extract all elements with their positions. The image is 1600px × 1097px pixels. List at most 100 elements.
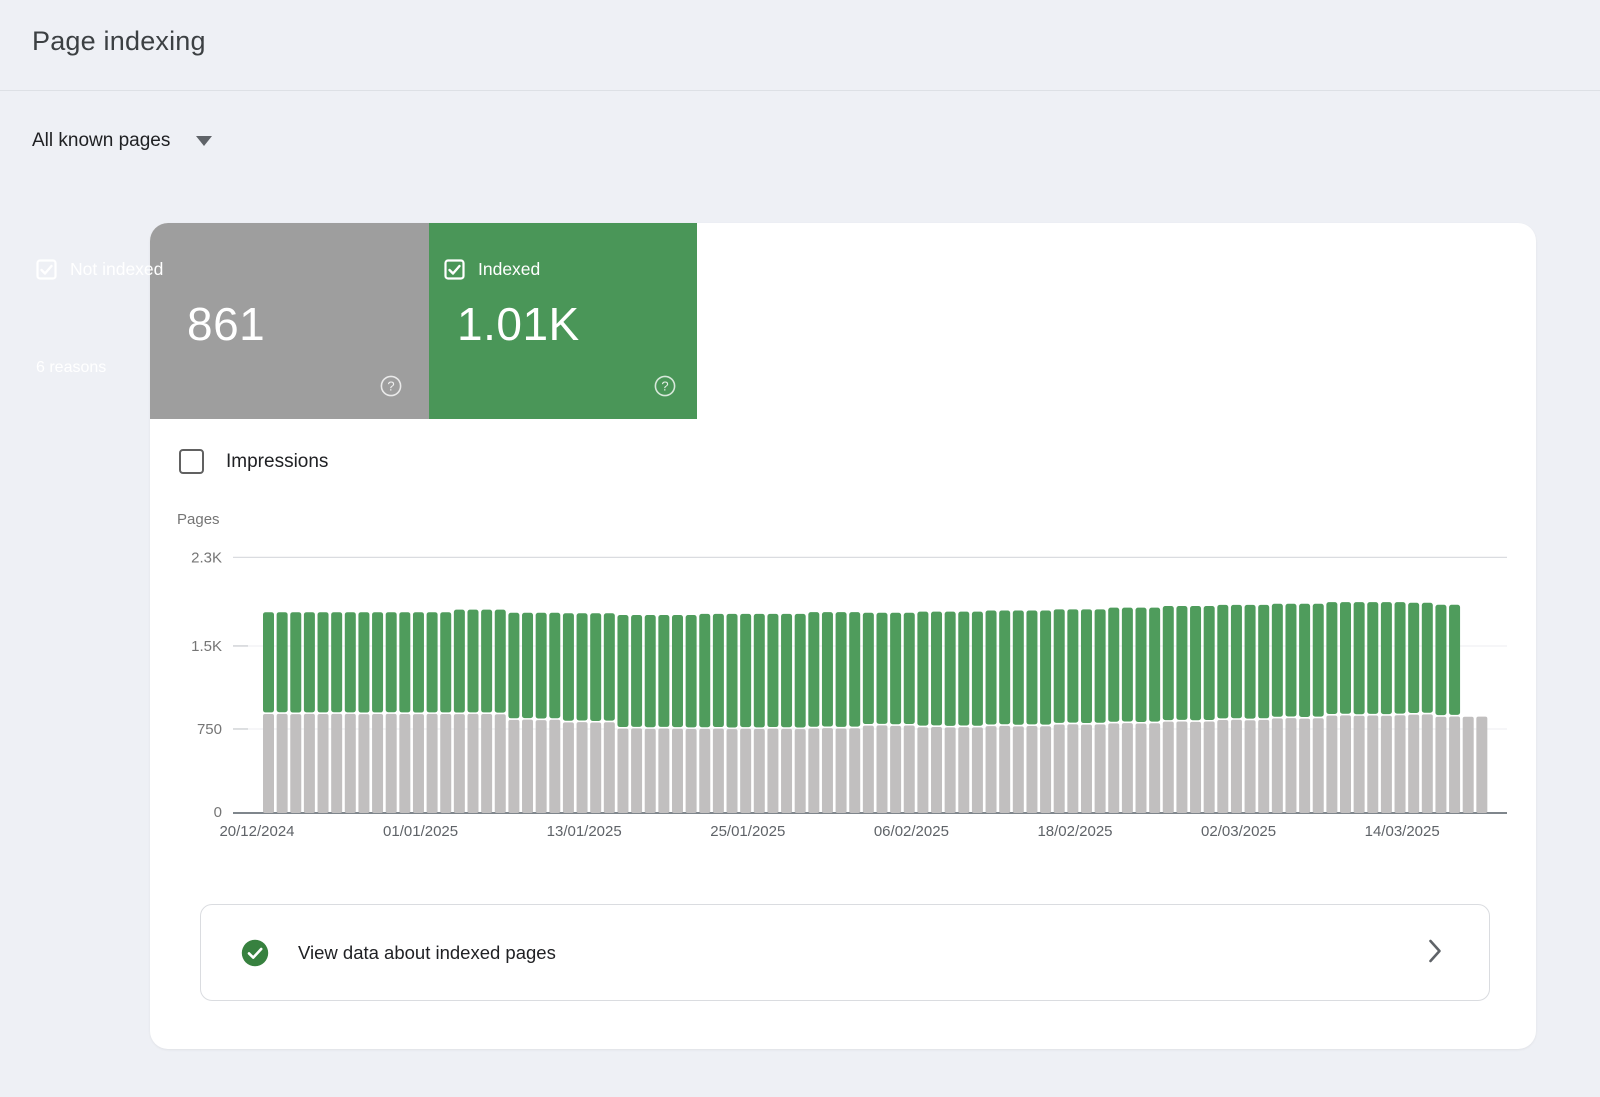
bar-not-indexed[interactable] xyxy=(1476,717,1487,813)
bar-indexed[interactable] xyxy=(1190,606,1201,720)
bar-indexed[interactable] xyxy=(386,612,397,712)
bar-not-indexed[interactable] xyxy=(1013,726,1024,813)
bar-not-indexed[interactable] xyxy=(454,714,465,813)
bar-not-indexed[interactable] xyxy=(577,722,588,813)
bar-indexed[interactable] xyxy=(904,613,915,724)
bar-indexed[interactable] xyxy=(304,612,315,712)
bar-indexed[interactable] xyxy=(1326,602,1337,714)
bar-indexed[interactable] xyxy=(658,615,669,727)
bar-indexed[interactable] xyxy=(781,614,792,727)
bar-indexed[interactable] xyxy=(672,615,683,727)
bar-indexed[interactable] xyxy=(1136,608,1147,722)
bar-not-indexed[interactable] xyxy=(318,714,329,813)
bar-indexed[interactable] xyxy=(754,614,765,728)
bar-indexed[interactable] xyxy=(467,610,478,713)
bar-indexed[interactable] xyxy=(372,612,383,712)
bar-not-indexed[interactable] xyxy=(1435,717,1446,813)
bar-not-indexed[interactable] xyxy=(672,729,683,813)
bar-not-indexed[interactable] xyxy=(1136,724,1147,813)
bar-indexed[interactable] xyxy=(822,612,833,726)
bar-not-indexed[interactable] xyxy=(372,714,383,813)
bar-not-indexed[interactable] xyxy=(945,727,956,813)
bar-indexed[interactable] xyxy=(1381,602,1392,714)
bar-not-indexed[interactable] xyxy=(863,726,874,813)
bar-indexed[interactable] xyxy=(495,610,506,713)
bar-indexed[interactable] xyxy=(1176,606,1187,720)
bar-not-indexed[interactable] xyxy=(808,728,819,813)
bar-not-indexed[interactable] xyxy=(986,726,997,813)
bar-indexed[interactable] xyxy=(563,613,574,720)
bar-indexed[interactable] xyxy=(1013,611,1024,725)
bar-indexed[interactable] xyxy=(290,612,301,712)
bar-not-indexed[interactable] xyxy=(1272,718,1283,813)
bar-indexed[interactable] xyxy=(1299,604,1310,717)
bar-indexed[interactable] xyxy=(740,614,751,727)
bar-not-indexed[interactable] xyxy=(1163,722,1174,813)
bar-indexed[interactable] xyxy=(1367,602,1378,714)
bar-indexed[interactable] xyxy=(631,615,642,727)
bar-not-indexed[interactable] xyxy=(1381,716,1392,813)
bar-indexed[interactable] xyxy=(549,613,560,718)
bar-not-indexed[interactable] xyxy=(931,727,942,813)
bar-not-indexed[interactable] xyxy=(617,729,628,813)
bar-indexed[interactable] xyxy=(1245,605,1256,719)
bar-not-indexed[interactable] xyxy=(440,714,451,813)
bar-indexed[interactable] xyxy=(986,611,997,725)
bar-indexed[interactable] xyxy=(1258,605,1269,718)
bar-not-indexed[interactable] xyxy=(795,729,806,813)
bar-not-indexed[interactable] xyxy=(1408,715,1419,813)
bar-not-indexed[interactable] xyxy=(917,727,928,813)
bar-not-indexed[interactable] xyxy=(1190,722,1201,813)
bar-not-indexed[interactable] xyxy=(536,720,547,813)
bar-not-indexed[interactable] xyxy=(263,714,274,813)
bar-not-indexed[interactable] xyxy=(1095,724,1106,813)
bar-indexed[interactable] xyxy=(713,614,724,727)
bar-not-indexed[interactable] xyxy=(1326,716,1337,813)
bar-indexed[interactable] xyxy=(767,614,778,727)
bar-not-indexed[interactable] xyxy=(876,725,887,813)
bar-not-indexed[interactable] xyxy=(1204,722,1215,813)
bar-indexed[interactable] xyxy=(645,615,656,727)
bar-indexed[interactable] xyxy=(1217,605,1228,719)
bar-indexed[interactable] xyxy=(1163,606,1174,720)
bar-not-indexed[interactable] xyxy=(686,729,697,813)
bar-not-indexed[interactable] xyxy=(427,714,438,813)
bar-not-indexed[interactable] xyxy=(345,714,356,813)
bar-indexed[interactable] xyxy=(945,612,956,726)
bar-not-indexed[interactable] xyxy=(904,726,915,813)
bar-indexed[interactable] xyxy=(836,612,847,727)
bar-indexed[interactable] xyxy=(427,612,438,712)
bar-not-indexed[interactable] xyxy=(1108,723,1119,813)
bar-not-indexed[interactable] xyxy=(1026,726,1037,813)
bar-indexed[interactable] xyxy=(331,612,342,712)
bar-not-indexed[interactable] xyxy=(1340,715,1351,813)
bar-not-indexed[interactable] xyxy=(563,722,574,813)
bar-indexed[interactable] xyxy=(508,613,519,719)
bar-indexed[interactable] xyxy=(481,610,492,713)
bar-indexed[interactable] xyxy=(277,612,288,712)
bar-indexed[interactable] xyxy=(440,612,451,712)
impressions-checkbox[interactable]: Impressions xyxy=(179,449,328,474)
bar-indexed[interactable] xyxy=(1081,609,1092,723)
bar-indexed[interactable] xyxy=(604,613,615,720)
bar-indexed[interactable] xyxy=(399,612,410,712)
bar-not-indexed[interactable] xyxy=(522,720,533,813)
bar-not-indexed[interactable] xyxy=(781,729,792,813)
bar-not-indexed[interactable] xyxy=(767,729,778,813)
bar-indexed[interactable] xyxy=(263,612,274,712)
bar-not-indexed[interactable] xyxy=(890,726,901,813)
bar-not-indexed[interactable] xyxy=(1285,718,1296,813)
bar-not-indexed[interactable] xyxy=(358,714,369,813)
bar-indexed[interactable] xyxy=(727,614,738,728)
bar-not-indexed[interactable] xyxy=(1463,717,1474,813)
bar-indexed[interactable] xyxy=(972,612,983,726)
bar-not-indexed[interactable] xyxy=(413,714,424,813)
bar-not-indexed[interactable] xyxy=(1245,720,1256,813)
bar-not-indexed[interactable] xyxy=(754,729,765,813)
bar-indexed[interactable] xyxy=(345,612,356,712)
bar-not-indexed[interactable] xyxy=(1081,725,1092,813)
bar-indexed[interactable] xyxy=(1026,611,1037,725)
bar-not-indexed[interactable] xyxy=(508,720,519,813)
bar-not-indexed[interactable] xyxy=(277,714,288,813)
bar-indexed[interactable] xyxy=(686,615,697,727)
